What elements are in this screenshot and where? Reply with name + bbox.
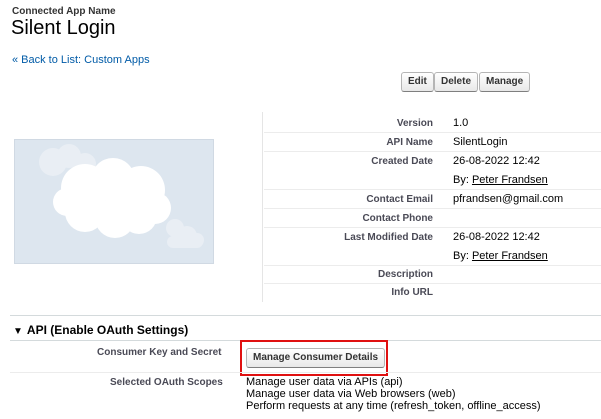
row-divider bbox=[10, 372, 601, 373]
api-section-title: API (Enable OAuth Settings) bbox=[26, 323, 189, 337]
app-logo bbox=[14, 139, 214, 264]
modified-by: By: Peter Frandsen bbox=[453, 250, 548, 262]
description-label: Description bbox=[377, 269, 433, 280]
oauth-scope-item: Manage user data via Web browsers (web) bbox=[246, 388, 456, 400]
row-divider bbox=[264, 265, 601, 266]
api-name-label: API Name bbox=[386, 137, 433, 148]
delete-button[interactable]: Delete bbox=[434, 72, 479, 92]
created-date-value: 26-08-2022 12:42 bbox=[453, 155, 540, 167]
row-divider bbox=[264, 151, 601, 152]
last-modified-value: 26-08-2022 12:42 bbox=[453, 231, 540, 243]
row-divider bbox=[264, 132, 601, 133]
contact-email-label: Contact Email bbox=[366, 194, 433, 205]
last-modified-label: Last Modified Date bbox=[344, 232, 433, 243]
section-divider bbox=[10, 315, 601, 316]
collapse-triangle-icon[interactable]: ▼ bbox=[13, 326, 23, 337]
row-divider bbox=[264, 189, 601, 190]
back-to-list-link[interactable]: « Back to List: Custom Apps bbox=[12, 54, 150, 66]
modified-by-user-link[interactable]: Peter Frandsen bbox=[472, 250, 548, 262]
oauth-scope-item: Manage user data via APIs (api) bbox=[246, 376, 403, 388]
info-url-label: Info URL bbox=[391, 287, 433, 298]
modified-by-prefix: By: bbox=[453, 250, 469, 262]
edit-button[interactable]: Edit bbox=[401, 72, 434, 92]
row-divider bbox=[264, 283, 601, 284]
manage-button[interactable]: Manage bbox=[479, 72, 531, 92]
oauth-scopes-label: Selected OAuth Scopes bbox=[110, 377, 223, 388]
cloud-icon bbox=[39, 144, 204, 248]
created-by-user-link[interactable]: Peter Frandsen bbox=[472, 174, 548, 186]
api-section-header[interactable]: ▼ API (Enable OAuth Settings) bbox=[13, 323, 188, 337]
version-label: Version bbox=[396, 118, 433, 129]
detail-divider bbox=[262, 112, 263, 302]
subtitle: Connected App Name bbox=[12, 6, 116, 17]
created-date-label: Created Date bbox=[371, 156, 433, 167]
contact-email-value: pfrandsen@gmail.com bbox=[453, 193, 564, 205]
oauth-scope-item: Perform requests at any time (refresh_to… bbox=[246, 400, 541, 412]
row-divider bbox=[264, 227, 601, 228]
page-title: Silent Login bbox=[11, 17, 116, 39]
consumer-key-label: Consumer Key and Secret bbox=[97, 347, 222, 358]
row-divider bbox=[264, 208, 601, 209]
version-value: 1.0 bbox=[453, 117, 469, 129]
contact-phone-label: Contact Phone bbox=[362, 213, 433, 224]
manage-consumer-details-button[interactable]: Manage Consumer Details bbox=[246, 348, 386, 368]
api-name-value: SilentLogin bbox=[453, 136, 508, 148]
created-by: By: Peter Frandsen bbox=[453, 174, 548, 186]
created-by-prefix: By: bbox=[453, 174, 469, 186]
